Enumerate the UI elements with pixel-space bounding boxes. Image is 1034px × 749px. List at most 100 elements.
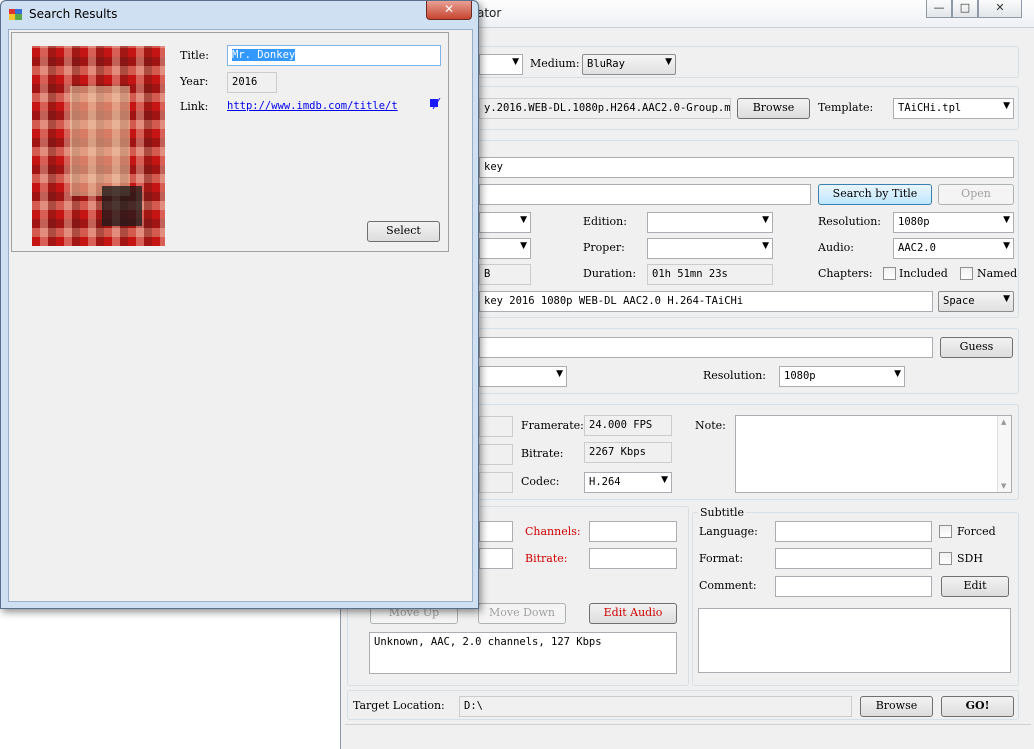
move-down-button[interactable]: Move Down — [478, 603, 566, 624]
close-icon: ✕ — [995, 1, 1005, 14]
note-textarea[interactable]: ▲ ▼ — [735, 415, 1012, 493]
guess-field[interactable] — [479, 337, 933, 358]
external-link-icon[interactable] — [430, 97, 441, 110]
separator-select[interactable]: Space ▼ — [938, 291, 1014, 312]
file-path-value: y.2016.WEB-DL.1080p.H264.AAC2.0-Group.mp… — [484, 102, 731, 114]
chevron-down-icon: ▼ — [1003, 294, 1010, 304]
resolution-select[interactable]: 1080p ▼ — [893, 212, 1014, 233]
edit-audio-button[interactable]: Edit Audio — [589, 603, 677, 624]
target-location-field[interactable]: D:\ — [459, 696, 852, 717]
maximize-icon: □ — [959, 1, 971, 14]
imdb-url-field[interactable] — [479, 184, 811, 205]
chevron-down-icon: ▼ — [894, 369, 901, 379]
category-select[interactable]: ▼ — [479, 54, 523, 75]
movie-title-field[interactable]: key — [479, 157, 1014, 178]
format-label: Format: — [699, 552, 744, 565]
chevron-down-icon: ▼ — [661, 475, 668, 485]
scroll-up-icon[interactable]: ▲ — [1001, 418, 1006, 426]
dialog-title: Search Results — [29, 7, 118, 21]
forced-checkbox[interactable] — [939, 525, 952, 538]
audio-format-field[interactable] — [479, 548, 513, 569]
subtitle-edit-button[interactable]: Edit — [941, 576, 1009, 597]
result-title-field[interactable]: Mr. Donkey — [227, 45, 441, 66]
resolution-label: Resolution: — [818, 215, 882, 228]
close-icon: ✕ — [443, 2, 455, 16]
status-bar — [345, 724, 1031, 742]
framerate-value: 24.000 FPS — [589, 419, 653, 431]
maximize-button[interactable]: □ — [952, 0, 978, 18]
medium-select[interactable]: BluRay ▼ — [582, 54, 676, 75]
video-width-field — [479, 416, 513, 437]
edition-label: Edition: — [583, 215, 627, 228]
select-button[interactable]: Select — [367, 221, 440, 242]
bitrate-label: Bitrate: — [521, 447, 564, 460]
subtitle-track-list[interactable] — [698, 608, 1011, 673]
audio-bitrate-field[interactable] — [589, 548, 677, 569]
search-by-title-button[interactable]: Search by Title — [818, 184, 932, 205]
audio-bitrate-label: Bitrate: — [525, 552, 568, 565]
window-title: ator — [477, 6, 502, 20]
template-select[interactable]: TAiCHi.tpl ▼ — [893, 98, 1014, 119]
duration-field: 01h 51mn 23s — [647, 264, 773, 285]
imdb-link[interactable]: http://www.imdb.com/title/t — [227, 100, 398, 112]
guess-resolution-select[interactable]: 1080p ▼ — [779, 366, 905, 387]
chevron-down-icon: ▼ — [1003, 241, 1010, 251]
guess-button[interactable]: Guess — [940, 337, 1013, 358]
guess-type-select[interactable]: ▼ — [479, 366, 567, 387]
audio-label: Audio: — [818, 241, 854, 254]
comment-label: Comment: — [699, 579, 757, 592]
go-button[interactable]: GO! — [941, 696, 1014, 717]
target-location-label: Target Location: — [353, 699, 445, 712]
chapters-named-checkbox[interactable] — [960, 267, 973, 280]
result-year-value: 2016 — [232, 76, 258, 88]
bitrate-field: 2267 Kbps — [584, 442, 672, 463]
dialog-client-area: Title: Mr. Donkey Year: 2016 Link: http:… — [8, 29, 473, 602]
release-name-field[interactable]: key 2016 1080p WEB-DL AAC2.0 H.264-TAiCH… — [479, 291, 933, 312]
minimize-icon: — — [933, 1, 945, 14]
audio-value: AAC2.0 — [898, 242, 936, 254]
chevron-down-icon: ▼ — [520, 215, 527, 225]
subtitle-language-field[interactable] — [775, 521, 932, 542]
poster-shadow — [102, 186, 142, 226]
movie-title-value: key — [484, 161, 503, 173]
subtitle-comment-field[interactable] — [775, 576, 932, 597]
repack-select[interactable]: ▼ — [479, 238, 531, 259]
codec-label: Codec: — [521, 475, 560, 488]
note-scrollbar[interactable]: ▲ ▼ — [997, 416, 1011, 492]
audio-select[interactable]: AAC2.0 ▼ — [893, 238, 1014, 259]
browse-file-button[interactable]: Browse — [737, 98, 810, 119]
subtitle-format-field[interactable] — [775, 548, 932, 569]
source-select[interactable]: ▼ — [479, 212, 531, 233]
subtitle-group-label: Subtitle — [698, 506, 747, 519]
edition-select[interactable]: ▼ — [647, 212, 773, 233]
chapters-included-checkbox[interactable] — [883, 267, 896, 280]
audio-language-field[interactable] — [479, 521, 513, 542]
chevron-down-icon: ▼ — [1003, 215, 1010, 225]
close-button[interactable]: ✕ — [978, 0, 1022, 18]
scroll-down-icon[interactable]: ▼ — [1001, 482, 1006, 490]
chevron-down-icon: ▼ — [512, 57, 519, 67]
minimize-button[interactable]: — — [926, 0, 952, 18]
separator-value: Space — [943, 295, 975, 307]
channels-field[interactable] — [589, 521, 677, 542]
file-path-field[interactable]: y.2016.WEB-DL.1080p.H264.AAC2.0-Group.mp… — [479, 98, 731, 119]
open-button[interactable]: Open — [938, 184, 1014, 205]
movie-poster-image — [32, 46, 165, 246]
target-browse-button[interactable]: Browse — [860, 696, 933, 717]
guess-resolution-value: 1080p — [784, 370, 816, 382]
app-icon — [9, 8, 23, 21]
codec-select[interactable]: H.264 ▼ — [584, 472, 672, 493]
dialog-close-button[interactable]: ✕ — [426, 1, 472, 20]
duration-value: 01h 51mn 23s — [652, 268, 728, 280]
sdh-checkbox[interactable] — [939, 552, 952, 565]
search-result-item: Title: Mr. Donkey Year: 2016 Link: http:… — [11, 32, 449, 252]
proper-label: Proper: — [583, 241, 625, 254]
result-year-label: Year: — [180, 75, 209, 88]
audio-track-item[interactable]: Unknown, AAC, 2.0 channels, 127 Kbps — [374, 636, 672, 648]
size-value: B — [484, 268, 491, 280]
dialog-titlebar[interactable]: Search Results ✕ — [1, 1, 478, 29]
proper-select[interactable]: ▼ — [647, 238, 773, 259]
video-aspect-field — [479, 472, 513, 493]
audio-track-list[interactable]: Unknown, AAC, 2.0 channels, 127 Kbps — [369, 632, 677, 674]
codec-value: H.264 — [589, 476, 621, 488]
